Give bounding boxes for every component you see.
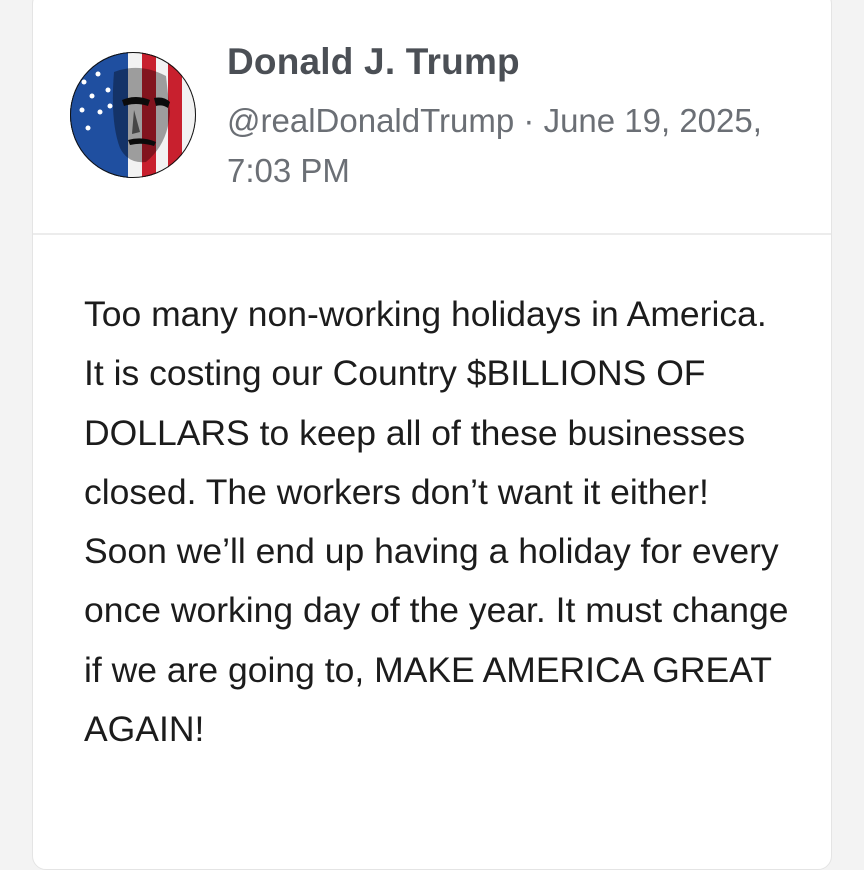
author-handle[interactable]: @realDonaldTrump [227, 102, 514, 139]
post-body-text: Too many non-working holidays in America… [84, 294, 789, 750]
meta-separator: · [514, 102, 544, 139]
author-avatar[interactable] [70, 52, 196, 178]
post-header: Donald J. Trump @realDonaldTrump · June … [33, 0, 831, 235]
flag-portrait-icon [70, 52, 196, 178]
post-card: Donald J. Trump @realDonaldTrump · June … [32, 0, 832, 870]
author-name[interactable]: Donald J. Trump [227, 41, 520, 83]
post-meta: @realDonaldTrump · June 19, 2025, 7:03 P… [227, 96, 787, 196]
